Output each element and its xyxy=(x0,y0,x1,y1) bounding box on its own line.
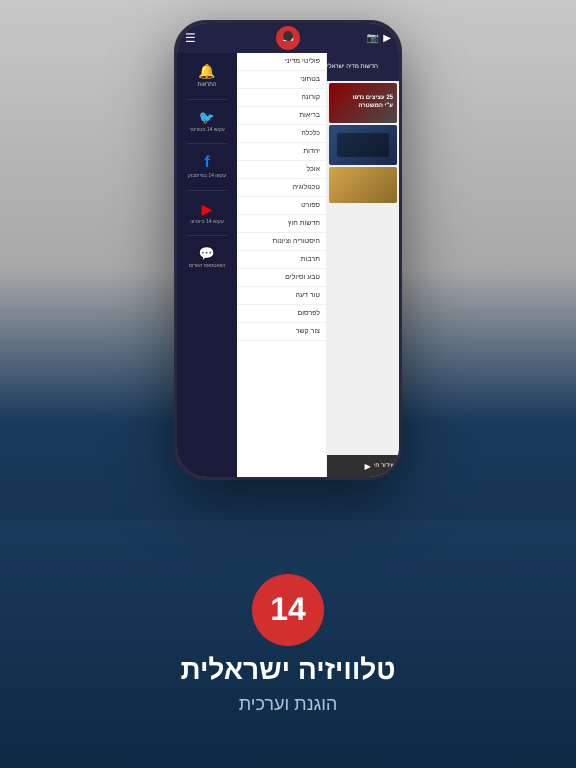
facebook-label: עקשו 14 בפייסבוק xyxy=(188,174,226,180)
app-content: 🔔 התראות 🐦 עקשו 14 בטוויטר f עקשו 14 בפי… xyxy=(177,53,399,477)
app-title: טלוויזיה ישראלית xyxy=(180,654,395,686)
news-headline-1: 25 עציצים נדפוע"י המשטרה xyxy=(353,95,393,111)
nav-item-politics[interactable]: פוליטי מדיני xyxy=(237,53,326,71)
whatsapp-item[interactable]: 💬 הוואטסאפ האדום xyxy=(181,242,233,274)
news-image-1: 25 עציצים נדפוע"י המשטרה xyxy=(329,83,397,123)
news-card-3[interactable] xyxy=(329,167,397,203)
nav-item-opinion[interactable]: טור דעה xyxy=(237,287,326,305)
youtube-icon: ▶ xyxy=(202,201,213,218)
divider-3 xyxy=(187,190,227,191)
facebook-icon: f xyxy=(204,154,209,172)
nav-item-foreign[interactable]: חדשות חוץ xyxy=(237,215,326,233)
nav-item-judaism[interactable]: יהדות xyxy=(237,143,326,161)
ticker-text: חדשות מדיה ישראלי xyxy=(327,64,378,70)
app-logo-large: 14 xyxy=(252,574,324,646)
nav-item-culture[interactable]: תרבות xyxy=(237,251,326,269)
news-image-3 xyxy=(329,167,397,203)
news-ticker: חדשות מדיה ישראלי xyxy=(327,53,399,81)
bell-label: התראות xyxy=(198,82,217,89)
nav-item-security[interactable]: בטחוני xyxy=(237,71,326,89)
nav-item-history[interactable]: היסטוריה וציונות xyxy=(237,233,326,251)
youtube-item[interactable]: ▶ עקשו 14 ביוטיוב xyxy=(181,197,233,230)
nav-item-sports[interactable]: ספורט xyxy=(237,197,326,215)
live-label: שידור חי xyxy=(374,463,395,469)
notifications-panel: 🔔 התראות 🐦 עקשו 14 בטוויטר f עקשו 14 בפי… xyxy=(177,53,237,477)
twitter-icon: 🐦 xyxy=(199,110,215,126)
nav-item-advertise[interactable]: לפרסום xyxy=(237,305,326,323)
news-card-1[interactable]: 25 עציצים נדפוע"י המשטרה xyxy=(329,83,397,123)
bottom-section: 14 טלוויזיה ישראלית הוגנת וערכית xyxy=(0,520,576,768)
bell-icon: 🔔 xyxy=(198,63,215,80)
phone-camera xyxy=(283,31,293,41)
news-content-area: חדשות מדיה ישראלי 25 עציצים נדפוע"י המשט… xyxy=(327,53,399,477)
live-header-icon[interactable]: ▶ xyxy=(383,33,391,44)
whatsapp-icon: 💬 xyxy=(199,246,215,262)
header-right-icons: 📷 ▶ xyxy=(367,33,391,44)
nav-item-corona[interactable]: קורונה xyxy=(237,89,326,107)
whatsapp-label: הוואטסאפ האדום xyxy=(189,264,226,270)
news-card-2[interactable] xyxy=(329,125,397,165)
news-image-2 xyxy=(329,125,397,165)
divider-1 xyxy=(187,99,227,100)
twitter-item[interactable]: 🐦 עקשו 14 בטוויטר xyxy=(181,106,233,138)
facebook-item[interactable]: f עקשו 14 בפייסבוק xyxy=(181,150,233,184)
nav-item-food[interactable]: אוכל xyxy=(237,161,326,179)
nav-item-economy[interactable]: כלכלה xyxy=(237,125,326,143)
notification-bell-item[interactable]: 🔔 התראות xyxy=(181,59,233,93)
camera-icon[interactable]: 📷 xyxy=(367,33,379,44)
live-play-icon: ▶ xyxy=(365,462,371,471)
phone-screen: ☰ 14 📷 ▶ 🔔 התראות xyxy=(177,23,399,477)
twitter-label: עקשו 14 בטוויטר xyxy=(189,128,224,134)
nav-item-nature[interactable]: טבע וסיולים xyxy=(237,269,326,287)
youtube-label: עקשו 14 ביוטיוב xyxy=(190,220,224,226)
app-subtitle: הוגנת וערכית xyxy=(239,694,338,715)
nav-item-contact[interactable]: צור קשר xyxy=(237,323,326,341)
divider-4 xyxy=(187,235,227,236)
phone-body: ☰ 14 📷 ▶ 🔔 התראות xyxy=(174,20,402,480)
nav-item-tech[interactable]: טכנולוגיה xyxy=(237,179,326,197)
live-bar[interactable]: ▶ שידור חי xyxy=(327,455,399,477)
nav-item-health[interactable]: בריאות xyxy=(237,107,326,125)
menu-icon[interactable]: ☰ xyxy=(185,31,196,45)
phone-mockup: ☰ 14 📷 ▶ 🔔 התראות xyxy=(174,20,402,480)
logo-number: 14 xyxy=(270,591,306,628)
divider-2 xyxy=(187,143,227,144)
navigation-menu: פוליטי מדיני בטחוני קורונה בריאות כלכלה … xyxy=(237,53,327,477)
